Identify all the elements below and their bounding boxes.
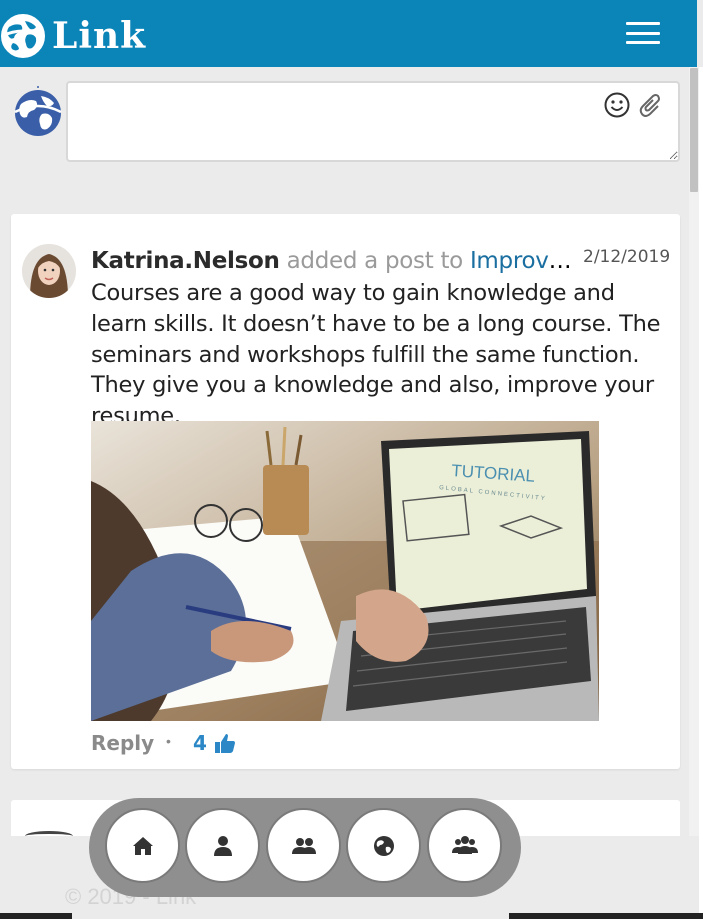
users-icon xyxy=(291,837,316,854)
like-count: 4 xyxy=(193,731,207,755)
separator-dot: • xyxy=(166,733,171,749)
author-name-link[interactable]: Katrina.Nelson xyxy=(91,248,280,274)
post-body: Courses are a good way to gain knowledge… xyxy=(91,280,661,430)
thumbs-up-icon[interactable] xyxy=(214,733,236,754)
paperclip-icon[interactable] xyxy=(638,92,664,120)
post-date: 2/12/2019 xyxy=(583,247,671,267)
app-header: Link xyxy=(0,0,697,67)
emoji-icon[interactable] xyxy=(603,91,631,119)
groups-button[interactable] xyxy=(427,808,502,883)
footer-strip xyxy=(509,913,703,919)
footer-strip xyxy=(0,913,72,919)
globe-logo-icon xyxy=(1,14,45,58)
scrollbar-thumb[interactable] xyxy=(690,68,698,192)
app-name: Link xyxy=(52,15,147,57)
post-composer-input[interactable] xyxy=(68,83,678,160)
user-icon xyxy=(213,835,232,856)
friends-button[interactable] xyxy=(266,808,341,883)
reply-button[interactable]: Reply xyxy=(91,731,154,755)
home-icon xyxy=(132,836,153,855)
logo[interactable]: Link xyxy=(0,12,146,60)
author-avatar[interactable] xyxy=(22,244,76,298)
post-composer xyxy=(66,81,680,162)
group-icon xyxy=(451,835,478,854)
post-action-text: added a post to xyxy=(279,248,470,274)
current-user-avatar xyxy=(14,86,62,136)
post-meta: Katrina.Nelson added a post to Improve y… xyxy=(91,246,573,276)
page-edge xyxy=(699,67,703,919)
hamburger-menu-icon[interactable] xyxy=(626,22,660,44)
home-button[interactable] xyxy=(105,808,180,883)
group-link[interactable]: Improve your resume xyxy=(470,248,573,274)
explore-button[interactable] xyxy=(346,808,421,883)
post-image[interactable]: TUTORIAL GLOBAL CONNECTIVITY xyxy=(91,421,599,721)
globe-icon xyxy=(373,835,394,856)
profile-button[interactable] xyxy=(185,808,260,883)
